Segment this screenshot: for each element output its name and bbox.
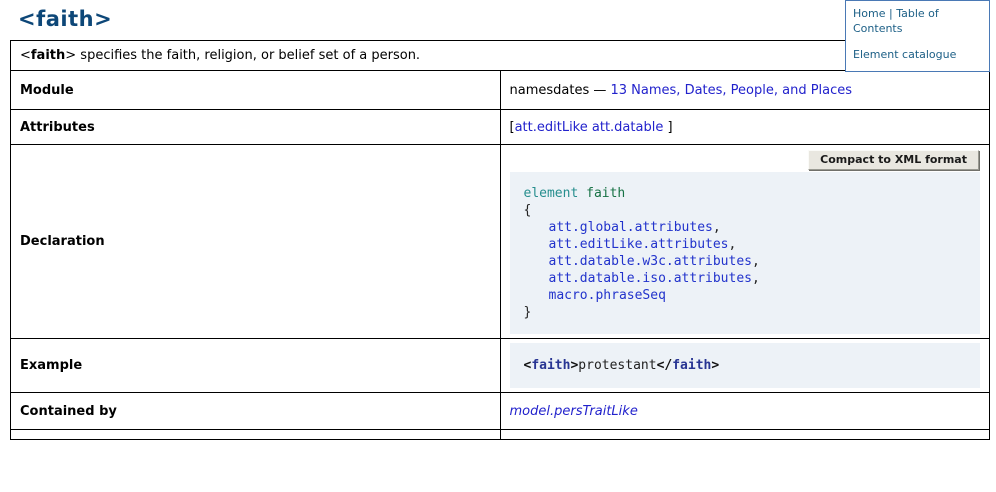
declaration-link-att-datable-w3c-attributes[interactable]: att.datable.w3c.attributes	[549, 254, 753, 269]
description-tag-open: <	[20, 48, 31, 63]
code-open-brace: {	[524, 203, 532, 218]
description-element-name: faith	[31, 48, 65, 63]
example-value-cell: <faith>protestant</faith>	[500, 339, 990, 393]
module-label: Module	[11, 71, 501, 110]
description-cell: <faith> specifies the faith, religion, o…	[11, 41, 990, 71]
declaration-link-att-editlike-attributes[interactable]: att.editLike.attributes	[549, 237, 729, 252]
attributes-row: Attributes [att.editLike att.datable ]	[11, 110, 990, 145]
code-comma: ,	[752, 271, 760, 286]
attributes-label: Attributes	[11, 110, 501, 145]
element-reference-page: <faith> Home | Table of Contents Element…	[10, 0, 990, 440]
code-line: element faith	[524, 185, 967, 202]
nav-row-catalogue: Element catalogue	[853, 48, 982, 63]
description-tag-close: >	[65, 48, 76, 63]
example-close-lt: </	[657, 358, 673, 373]
code-keyword-element: element	[524, 186, 579, 201]
module-chapter-link[interactable]: 13 Names, Dates, People, and Places	[611, 83, 853, 98]
code-close-brace: }	[524, 305, 532, 320]
declaration-label: Declaration	[11, 145, 501, 339]
contained-by-row: Contained by model.persTraitLike	[11, 393, 990, 430]
contained-by-link-model-perstraitlike[interactable]: model.persTraitLike	[510, 404, 638, 419]
module-value-cell: namesdates — 13 Names, Dates, People, an…	[500, 71, 990, 110]
code-comma: ,	[752, 254, 760, 269]
module-name: namesdates —	[510, 83, 611, 98]
code-line: {	[524, 202, 967, 219]
contained-by-label: Contained by	[11, 393, 501, 430]
code-element-name: faith	[586, 186, 625, 201]
example-code-block: <faith>protestant</faith>	[510, 343, 981, 388]
next-row-sliver	[11, 430, 990, 440]
example-row: Example <faith>protestant</faith>	[11, 339, 990, 393]
description-row: <faith> specifies the faith, religion, o…	[11, 41, 990, 71]
contained-by-value-cell: model.persTraitLike	[500, 393, 990, 430]
nav-link-element-catalogue[interactable]: Element catalogue	[853, 48, 956, 61]
declaration-toolbar: Compact to XML format	[510, 149, 981, 172]
example-close-tag-name: faith	[672, 358, 711, 373]
code-line: att.global.attributes,	[524, 219, 967, 236]
declaration-row: Declaration Compact to XML format elemen…	[11, 145, 990, 339]
code-line: att.datable.w3c.attributes,	[524, 253, 967, 270]
declaration-value-cell: Compact to XML format element faith { at…	[500, 145, 990, 339]
attribute-class-link-editlike[interactable]: att.editLike	[515, 120, 588, 135]
nav-link-home[interactable]: Home	[853, 7, 885, 20]
declaration-link-att-global-attributes[interactable]: att.global.attributes	[549, 220, 713, 235]
page-title: <faith>	[10, 0, 990, 31]
example-content: protestant	[578, 358, 656, 373]
declaration-link-macro-phraseseq[interactable]: macro.phraseSeq	[549, 288, 666, 303]
code-line: att.editLike.attributes,	[524, 236, 967, 253]
code-line: att.datable.iso.attributes,	[524, 270, 967, 287]
attributes-value-cell: [att.editLike att.datable ]	[500, 110, 990, 145]
example-close-gt: >	[711, 358, 719, 373]
code-line: macro.phraseSeq	[524, 287, 967, 304]
next-row-value-sliver	[500, 430, 990, 440]
nav-box: Home | Table of Contents Element catalog…	[845, 0, 990, 72]
description-text: specifies the faith, religion, or belief…	[76, 48, 420, 63]
nav-separator: |	[889, 7, 893, 20]
declaration-code-block: element faith { att.global.attributes, a…	[510, 172, 981, 334]
compact-to-xml-button[interactable]: Compact to XML format	[808, 150, 979, 170]
nav-row-home-toc: Home | Table of Contents	[853, 7, 982, 37]
attribute-class-link-datable[interactable]: att.datable	[592, 120, 663, 135]
element-reference-table: <faith> specifies the faith, religion, o…	[10, 40, 990, 440]
example-open-tag-name: faith	[531, 358, 570, 373]
attributes-close-bracket: ]	[667, 120, 672, 135]
code-comma: ,	[713, 220, 721, 235]
next-row-label-sliver	[11, 430, 501, 440]
module-row: Module namesdates — 13 Names, Dates, Peo…	[11, 71, 990, 110]
code-comma: ,	[729, 237, 737, 252]
declaration-link-att-datable-iso-attributes[interactable]: att.datable.iso.attributes	[549, 271, 753, 286]
example-label: Example	[11, 339, 501, 393]
code-line: }	[524, 304, 967, 321]
